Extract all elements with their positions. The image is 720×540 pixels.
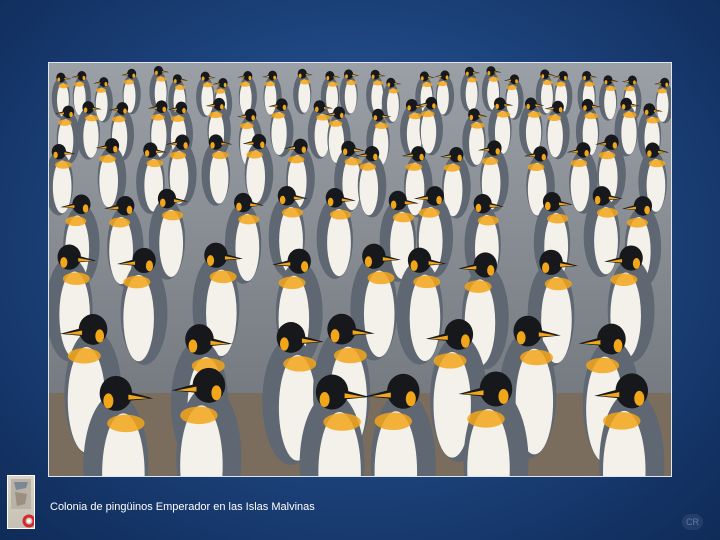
corner-mark: CR: [682, 514, 703, 530]
slide: Colonia de pingüinos Emperador en las Is…: [0, 0, 720, 540]
slide-caption: Colonia de pingüinos Emperador en las Is…: [50, 501, 315, 513]
lifebuoy-logo-icon: [7, 475, 35, 529]
penguin-colony-image: [49, 63, 671, 476]
penguin-colony-photo: [48, 62, 672, 477]
